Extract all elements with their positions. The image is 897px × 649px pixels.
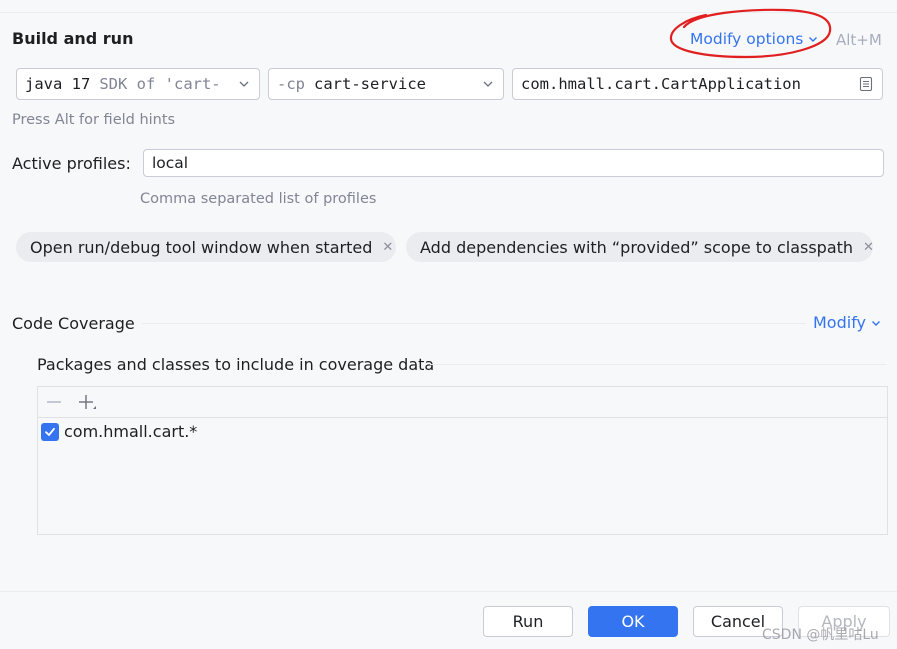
jdk-select[interactable]: java 17 SDK of 'cart- bbox=[16, 68, 260, 100]
coverage-divider bbox=[142, 323, 806, 324]
option-chip-provided-scope: Add dependencies with “provided” scope t… bbox=[406, 232, 874, 262]
packages-divider bbox=[430, 364, 887, 365]
remove-icon[interactable] bbox=[45, 393, 63, 411]
option-chip-open-tool-window: Open run/debug tool window when started … bbox=[16, 232, 396, 262]
cp-prefix: -cp bbox=[277, 75, 305, 93]
chevron-down-icon bbox=[872, 320, 881, 326]
active-profiles-label: Active profiles: bbox=[12, 154, 131, 173]
package-pattern: com.hmall.cart.* bbox=[64, 422, 198, 441]
active-profiles-input[interactable]: local bbox=[143, 149, 884, 177]
section-title: Build and run bbox=[12, 29, 134, 48]
chevron-down-icon bbox=[239, 81, 249, 87]
field-hints-text: Press Alt for field hints bbox=[12, 112, 176, 128]
cp-module: cart-service bbox=[314, 75, 426, 93]
packages-toolbar bbox=[38, 387, 887, 418]
close-icon[interactable]: ✕ bbox=[863, 240, 874, 255]
ok-button[interactable]: OK bbox=[588, 606, 678, 637]
watermark: CSDN @帆里咕Lu bbox=[762, 627, 879, 643]
run-button[interactable]: Run bbox=[483, 606, 573, 637]
active-profiles-value: local bbox=[152, 154, 189, 172]
main-class-value: com.hmall.cart.CartApplication bbox=[521, 75, 801, 93]
coverage-modify-label: Modify bbox=[813, 313, 867, 332]
coverage-modify-link[interactable]: Modify bbox=[813, 313, 882, 332]
checkbox-checked-icon[interactable] bbox=[41, 422, 59, 441]
footer-divider bbox=[0, 591, 897, 592]
modify-options-shortcut: Alt+M bbox=[836, 31, 882, 49]
packages-title: Packages and classes to include in cover… bbox=[37, 355, 435, 374]
code-coverage-title: Code Coverage bbox=[12, 314, 135, 333]
main-class-field[interactable]: com.hmall.cart.CartApplication bbox=[512, 68, 883, 100]
list-item[interactable]: com.hmall.cart.* bbox=[41, 422, 197, 441]
browse-document-icon[interactable] bbox=[858, 76, 874, 92]
jdk-sdk-name: SDK of 'cart- bbox=[99, 75, 221, 93]
add-icon[interactable] bbox=[76, 392, 98, 414]
red-annotation-ellipse bbox=[669, 8, 832, 59]
chip-label: Add dependencies with “provided” scope t… bbox=[420, 237, 854, 257]
profiles-hint: Comma separated list of profiles bbox=[140, 191, 377, 207]
chip-label: Open run/debug tool window when started bbox=[30, 237, 373, 257]
close-icon[interactable]: ✕ bbox=[382, 240, 393, 255]
classpath-module-select[interactable]: -cp cart-service bbox=[268, 68, 504, 100]
chevron-down-icon bbox=[483, 81, 493, 87]
jdk-version: java 17 bbox=[25, 75, 91, 93]
